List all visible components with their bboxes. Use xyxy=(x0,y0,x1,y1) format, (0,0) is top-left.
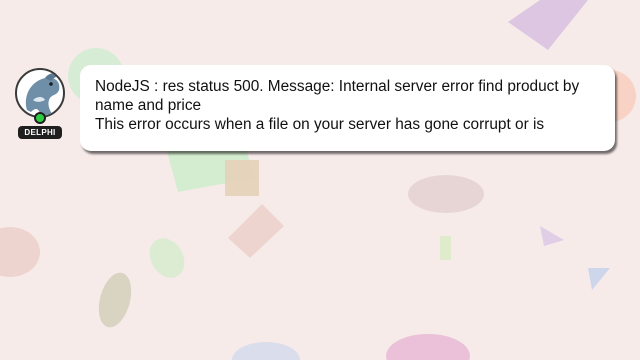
bg-shape-green-ellipse xyxy=(149,238,185,278)
message-line-3: This error occurs when a file on your se… xyxy=(95,116,545,133)
dolphin-icon xyxy=(25,73,61,116)
bg-shape-olive-ellipse xyxy=(98,272,132,328)
message-line-2: name and price xyxy=(95,97,202,114)
bg-shape-tan-rect xyxy=(225,160,259,196)
message-bubble: NodeJS : res status 500. Message: Intern… xyxy=(80,65,615,151)
bg-shape-pink-ellipse xyxy=(0,227,40,277)
user-avatar-block[interactable]: DELPHI xyxy=(14,68,68,139)
bg-shape-green-sliver xyxy=(440,236,451,260)
online-status-dot xyxy=(34,112,46,124)
bg-shape-magenta-ellipse xyxy=(386,334,470,360)
background-decoration xyxy=(0,0,636,360)
bg-shape-lilac-triangle xyxy=(540,226,564,246)
avatar[interactable] xyxy=(15,68,65,118)
message-line-1: NodeJS : res status 500. Message: Intern… xyxy=(95,78,580,95)
bg-shape-blue-ellipse xyxy=(232,342,300,360)
bg-shape-purple-diamond xyxy=(508,0,588,50)
username-badge: DELPHI xyxy=(18,126,62,139)
bg-shape-rose-rect xyxy=(228,204,284,258)
bg-shape-blue-triangle xyxy=(588,268,610,290)
bg-shape-mauve-ellipse xyxy=(408,175,484,213)
